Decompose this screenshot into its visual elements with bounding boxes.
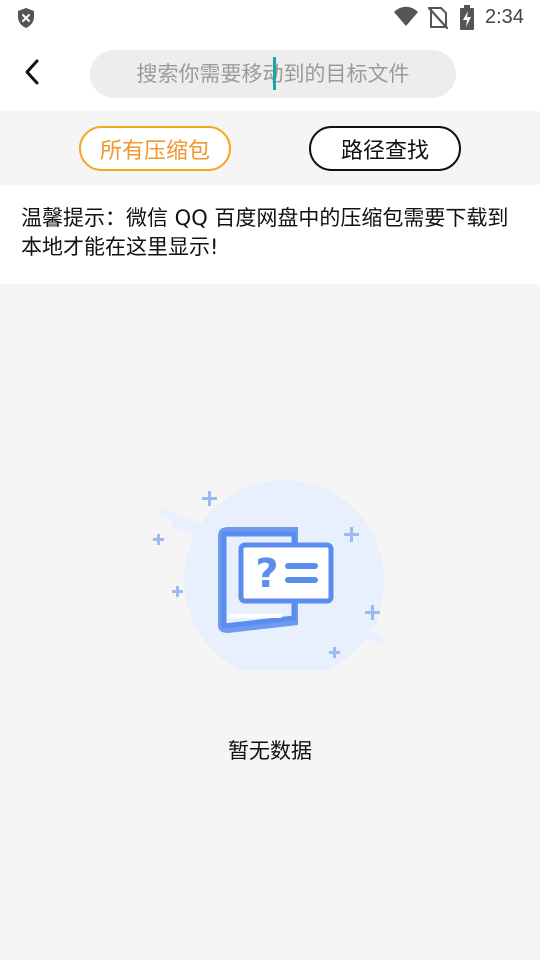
header [0, 36, 540, 111]
tab-path-search[interactable]: 路径查找 [309, 126, 461, 171]
back-button[interactable] [14, 54, 50, 94]
svg-text:?: ? [255, 551, 278, 597]
shield-icon [16, 7, 36, 33]
filter-tabs: 所有压缩包 路径查找 [0, 111, 540, 185]
empty-state-text: 暂无数据 [228, 739, 312, 763]
search-box[interactable] [90, 50, 456, 98]
tab-all-archives[interactable]: 所有压缩包 [79, 126, 231, 171]
tab-path-search-label: 路径查找 [340, 138, 429, 164]
tab-all-archives-label: 所有压缩包 [99, 138, 210, 164]
text-cursor [273, 57, 276, 90]
wifi-icon [393, 6, 419, 32]
empty-state-illustration: ? [150, 480, 390, 680]
tip-panel: 温馨提示：微信 QQ 百度网盘中的压缩包需要下载到本地才能在这里显示! [0, 185, 540, 284]
battery-charging-icon [459, 5, 475, 35]
status-time: 2:34 [485, 6, 524, 28]
unknown-file-icon: ? [153, 480, 384, 680]
no-sim-icon [427, 6, 449, 34]
tip-text: 温馨提示：微信 QQ 百度网盘中的压缩包需要下载到本地才能在这里显示! [21, 206, 509, 259]
status-bar: 2:34 [0, 0, 540, 36]
chevron-left-icon [23, 58, 41, 90]
